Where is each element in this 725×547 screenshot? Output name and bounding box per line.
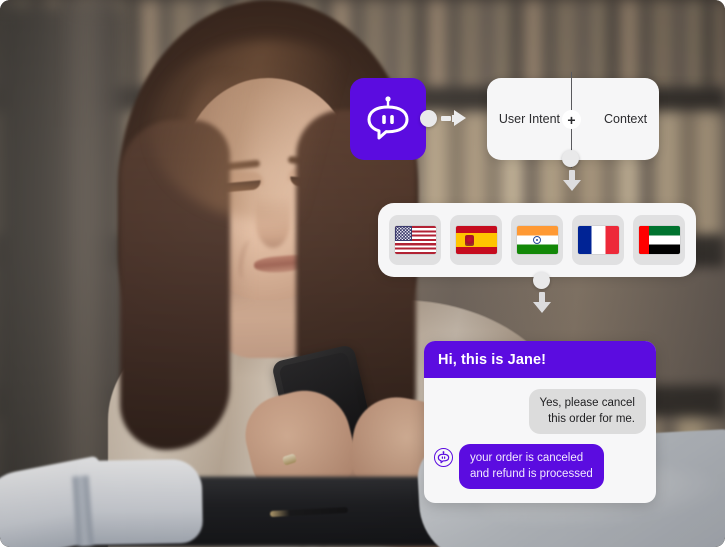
connector-dot-1 bbox=[420, 110, 437, 127]
flag-cell-india[interactable] bbox=[511, 215, 563, 265]
screenshot-root: User Intent Context + Hi, this is Jane! … bbox=[0, 0, 725, 547]
uae-flag-hoist bbox=[638, 226, 649, 254]
uae-flag-icon bbox=[638, 226, 680, 254]
india-flag-icon bbox=[516, 226, 558, 254]
united-states-flag-icon bbox=[394, 226, 436, 254]
connector-dot-3 bbox=[533, 272, 550, 289]
chat-message-list: Yes, please cancel this order for me. yo… bbox=[424, 378, 656, 490]
bot-message-bubble: your order is canceled and refund is pro… bbox=[459, 444, 604, 490]
chat-title: Hi, this is Jane! bbox=[438, 351, 547, 368]
language-flags-panel bbox=[378, 203, 696, 277]
spain-flag-icon bbox=[455, 226, 497, 254]
user-message-line-2: this order for me. bbox=[548, 412, 635, 425]
user-message-line-1: Yes, please cancel bbox=[539, 397, 635, 409]
flag-cell-france[interactable] bbox=[572, 215, 624, 265]
arrow-down-icon bbox=[533, 302, 551, 313]
context-label: Context bbox=[604, 112, 648, 126]
flag-cell-uae[interactable] bbox=[633, 215, 685, 265]
arrow-down-icon bbox=[563, 180, 581, 191]
chat-widget: Hi, this is Jane! Yes, please cancel thi… bbox=[424, 341, 656, 503]
chatbot-avatar-icon bbox=[434, 448, 453, 468]
diagram-overlay: User Intent Context + Hi, this is Jane! … bbox=[0, 0, 725, 547]
bot-message-line-1: your order is canceled bbox=[470, 452, 584, 465]
bot-message-line-2: and refund is processed bbox=[470, 467, 593, 480]
india-flag-chakra bbox=[533, 236, 541, 244]
chatbot-avatar-glyph bbox=[437, 451, 450, 464]
flag-cell-united-states[interactable] bbox=[389, 215, 441, 265]
us-flag-stars bbox=[395, 227, 411, 240]
france-flag-icon bbox=[577, 226, 619, 254]
flag-cell-spain[interactable] bbox=[450, 215, 502, 265]
user-intent-label: User Intent bbox=[498, 112, 561, 126]
chatbot-icon bbox=[367, 96, 409, 140]
connector-dot-2 bbox=[562, 150, 579, 167]
plus-icon: + bbox=[562, 110, 581, 129]
spain-flag-crest bbox=[464, 235, 474, 246]
connector-dash-1 bbox=[441, 116, 451, 121]
user-message-bubble: Yes, please cancel this order for me. bbox=[528, 389, 646, 435]
chatbot-tile[interactable] bbox=[350, 78, 426, 160]
arrow-right-icon bbox=[454, 110, 466, 126]
chat-row-bot: your order is canceled and refund is pro… bbox=[434, 444, 646, 490]
chat-header: Hi, this is Jane! bbox=[424, 341, 656, 378]
chat-row-user: Yes, please cancel this order for me. bbox=[434, 389, 646, 435]
